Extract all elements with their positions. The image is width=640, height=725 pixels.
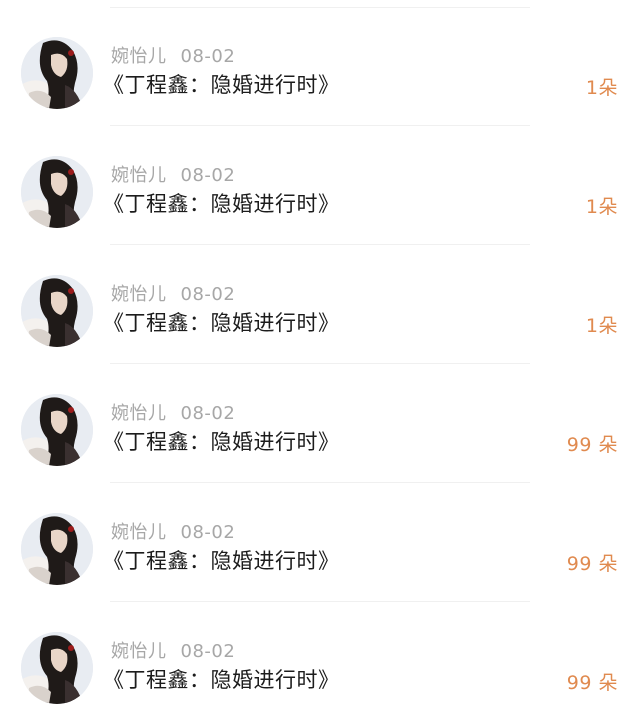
username[interactable]: 婉怡儿 [111,284,167,305]
avatar[interactable] [21,37,93,109]
avatar-image [21,394,93,466]
gift-meta: 婉怡儿 08-02 [111,42,235,68]
avatar-image [21,156,93,228]
book-title[interactable]: 《丁程鑫：隐婚进行时》 [103,307,340,337]
gift-amount: 99 朵 [566,553,618,575]
avatar-image [21,37,93,109]
gift-date: 08-02 [180,46,236,67]
list-item[interactable]: 婉怡儿 08-02 《丁程鑫：隐婚进行时》 1朵 [0,7,640,126]
username[interactable]: 婉怡儿 [111,641,167,662]
username[interactable]: 婉怡儿 [111,46,167,67]
gift-date: 08-02 [180,641,236,662]
list-item[interactable]: 婉怡儿 08-02 《丁程鑫：隐婚进行时》 99 朵 [0,483,640,602]
gift-meta: 婉怡儿 08-02 [111,161,235,187]
list-item[interactable]: 婉怡儿 08-02 《丁程鑫：隐婚进行时》 1朵 [0,126,640,245]
avatar-image [21,632,93,704]
book-title[interactable]: 《丁程鑫：隐婚进行时》 [103,188,340,218]
avatar[interactable] [21,275,93,347]
avatar-image [21,275,93,347]
book-title[interactable]: 《丁程鑫：隐婚进行时》 [103,545,340,575]
gift-record-list: 婉怡儿 08-02 《丁程鑫：隐婚进行时》 1朵 婉怡儿 08-02 《丁程鑫：隐婚… [0,0,640,725]
book-title[interactable]: 《丁程鑫：隐婚进行时》 [103,69,340,99]
gift-meta: 婉怡儿 08-02 [111,518,235,544]
gift-meta: 婉怡儿 08-02 [111,637,235,663]
gift-date: 08-02 [180,165,236,186]
gift-meta: 婉怡儿 08-02 [111,280,235,306]
avatar-image [21,513,93,585]
gift-amount: 1朵 [585,196,618,218]
avatar[interactable] [21,632,93,704]
list-item[interactable]: 婉怡儿 08-02 《丁程鑫：隐婚进行时》 99 朵 [0,602,640,721]
avatar[interactable] [21,394,93,466]
book-title[interactable]: 《丁程鑫：隐婚进行时》 [103,426,340,456]
username[interactable]: 婉怡儿 [111,522,167,543]
gift-amount: 99 朵 [566,434,618,456]
username[interactable]: 婉怡儿 [111,403,167,424]
gift-amount: 99 朵 [566,672,618,694]
list-item[interactable]: 婉怡儿 08-02 《丁程鑫：隐婚进行时》 99 朵 [0,364,640,483]
gift-date: 08-02 [180,522,236,543]
avatar[interactable] [21,156,93,228]
username[interactable]: 婉怡儿 [111,165,167,186]
book-title[interactable]: 《丁程鑫：隐婚进行时》 [103,664,340,694]
list-item[interactable]: 婉怡儿 08-02 《丁程鑫：隐婚进行时》 1朵 [0,245,640,364]
gift-date: 08-02 [180,284,236,305]
gift-meta: 婉怡儿 08-02 [111,399,235,425]
avatar[interactable] [21,513,93,585]
gift-amount: 1朵 [585,315,618,337]
gift-amount: 1朵 [585,77,618,99]
gift-date: 08-02 [180,403,236,424]
